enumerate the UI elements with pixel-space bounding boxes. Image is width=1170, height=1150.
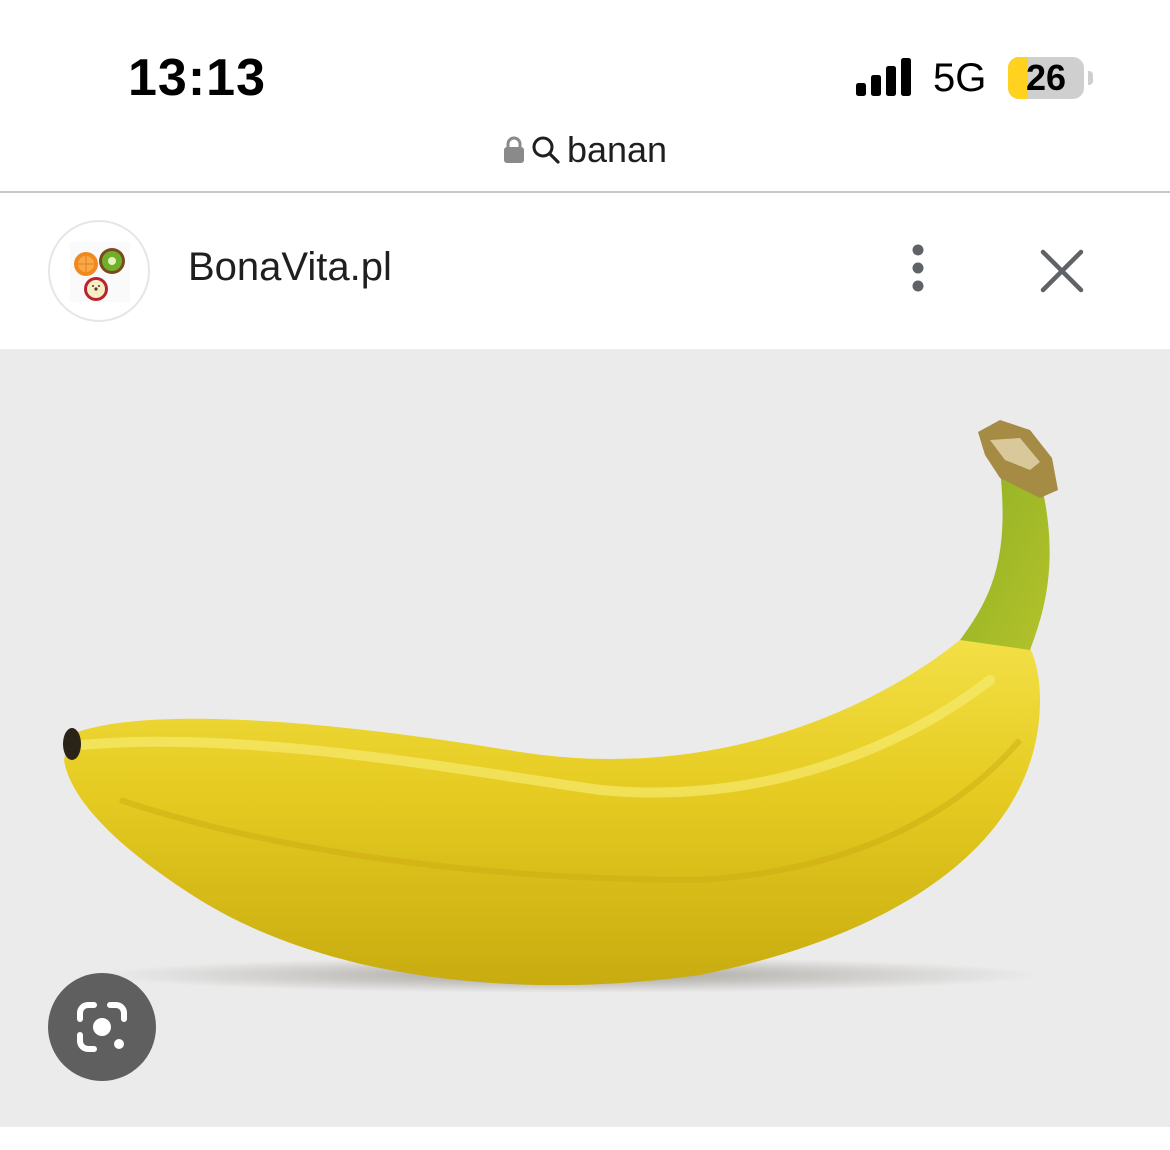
google-lens-button[interactable]	[48, 973, 156, 1081]
battery-level: 26	[1025, 57, 1067, 98]
banana-image	[63, 420, 1058, 993]
source-header: BonaVita.pl	[0, 193, 1170, 349]
network-type: 5G	[933, 56, 987, 100]
status-bar: 13:13 5G 26	[0, 0, 1170, 120]
lock-icon	[503, 136, 524, 163]
search-query: banan	[566, 129, 668, 170]
url-bar[interactable]: banan	[0, 125, 1170, 175]
status-time: 13:13	[128, 49, 266, 107]
search-icon	[532, 136, 560, 164]
more-vertical-icon[interactable]	[893, 241, 943, 301]
close-icon[interactable]	[1035, 244, 1089, 298]
google-lens-icon	[77, 1002, 127, 1052]
battery-nub	[1088, 71, 1093, 85]
battery-indicator: 26	[1008, 57, 1094, 99]
source-name[interactable]: BonaVita.pl	[188, 245, 392, 290]
cellular-signal-icon	[856, 58, 911, 96]
bonavita-logo[interactable]	[48, 220, 150, 322]
image-preview[interactable]	[0, 349, 1170, 1127]
fruit-logo-icon	[70, 242, 130, 302]
